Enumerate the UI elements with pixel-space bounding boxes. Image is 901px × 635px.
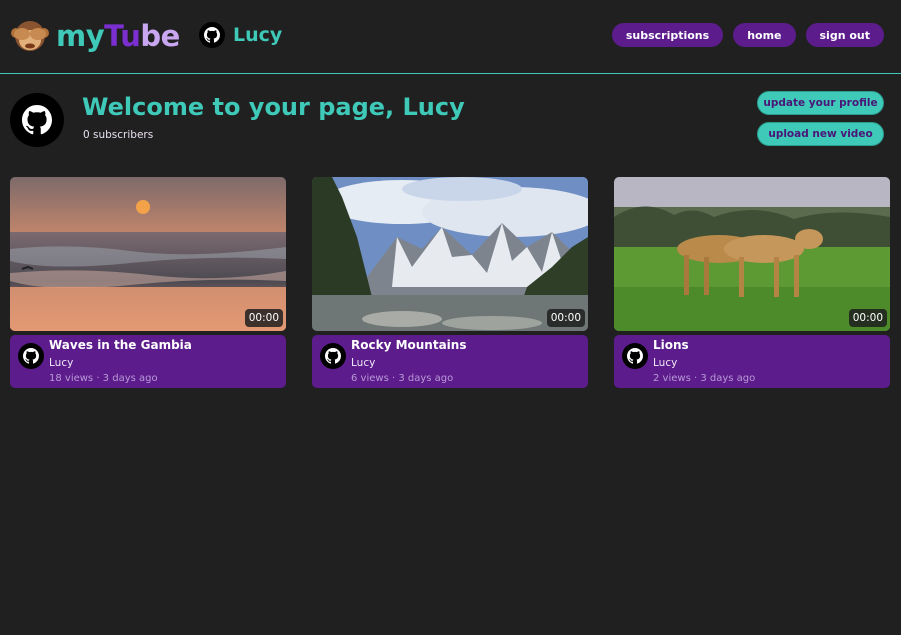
github-icon — [622, 343, 648, 369]
logo[interactable]: myTube — [10, 18, 180, 54]
video-author[interactable]: Lucy — [351, 357, 375, 369]
video-author[interactable]: Lucy — [49, 357, 73, 369]
video-thumbnail[interactable]: 00:00 — [312, 177, 588, 331]
github-icon — [22, 105, 52, 135]
video-card[interactable]: 00:00 Lions Lucy 2 views · 3 days ago — [614, 177, 890, 388]
github-icon — [320, 343, 346, 369]
header-username: Lucy — [233, 24, 283, 46]
video-meta: 2 views · 3 days ago — [653, 373, 756, 384]
logo-text: myTube — [56, 19, 180, 53]
video-meta: 18 views · 3 days ago — [49, 373, 158, 384]
video-title[interactable]: Rocky Mountains — [351, 338, 466, 352]
page-title: Welcome to your page, Lucy — [82, 93, 465, 121]
video-meta: 6 views · 3 days ago — [351, 373, 454, 384]
video-author[interactable]: Lucy — [653, 357, 677, 369]
logo-part-be: be — [140, 19, 180, 53]
github-icon — [199, 22, 225, 48]
video-card[interactable]: 00:00 Waves in the Gambia Lucy 18 views … — [10, 177, 286, 388]
video-info[interactable]: Waves in the Gambia Lucy 18 views · 3 da… — [10, 335, 286, 388]
video-info[interactable]: Lions Lucy 2 views · 3 days ago — [614, 335, 890, 388]
video-info[interactable]: Rocky Mountains Lucy 6 views · 3 days ag… — [312, 335, 588, 388]
upload-video-button[interactable]: upload new video — [757, 122, 884, 146]
video-duration: 00:00 — [546, 309, 585, 327]
video-thumbnail[interactable]: 00:00 — [10, 177, 286, 331]
video-duration: 00:00 — [244, 309, 283, 327]
video-duration: 00:00 — [848, 309, 887, 327]
update-profile-button[interactable]: update your profile — [757, 91, 884, 115]
video-thumbnail[interactable]: 00:00 — [614, 177, 890, 331]
subscriber-count: 0 subscribers — [83, 129, 154, 141]
header-user[interactable]: Lucy — [199, 22, 282, 48]
see-no-evil-monkey-icon — [10, 18, 50, 54]
video-title[interactable]: Waves in the Gambia — [49, 338, 192, 352]
video-card[interactable]: 00:00 Rocky Mountains Lucy 6 views · 3 d… — [312, 177, 588, 388]
subscriptions-button[interactable]: subscriptions — [611, 23, 724, 47]
logo-part-tu: Tu — [104, 19, 141, 53]
nav-bar: subscriptions home sign out — [611, 23, 884, 47]
video-title[interactable]: Lions — [653, 338, 689, 352]
profile-avatar — [10, 93, 64, 147]
sign-out-button[interactable]: sign out — [805, 23, 884, 47]
logo-part-my: my — [56, 19, 105, 53]
home-button[interactable]: home — [733, 23, 796, 47]
top-bar: myTube Lucy subscriptions home sign out — [0, 0, 901, 74]
github-icon — [18, 343, 44, 369]
